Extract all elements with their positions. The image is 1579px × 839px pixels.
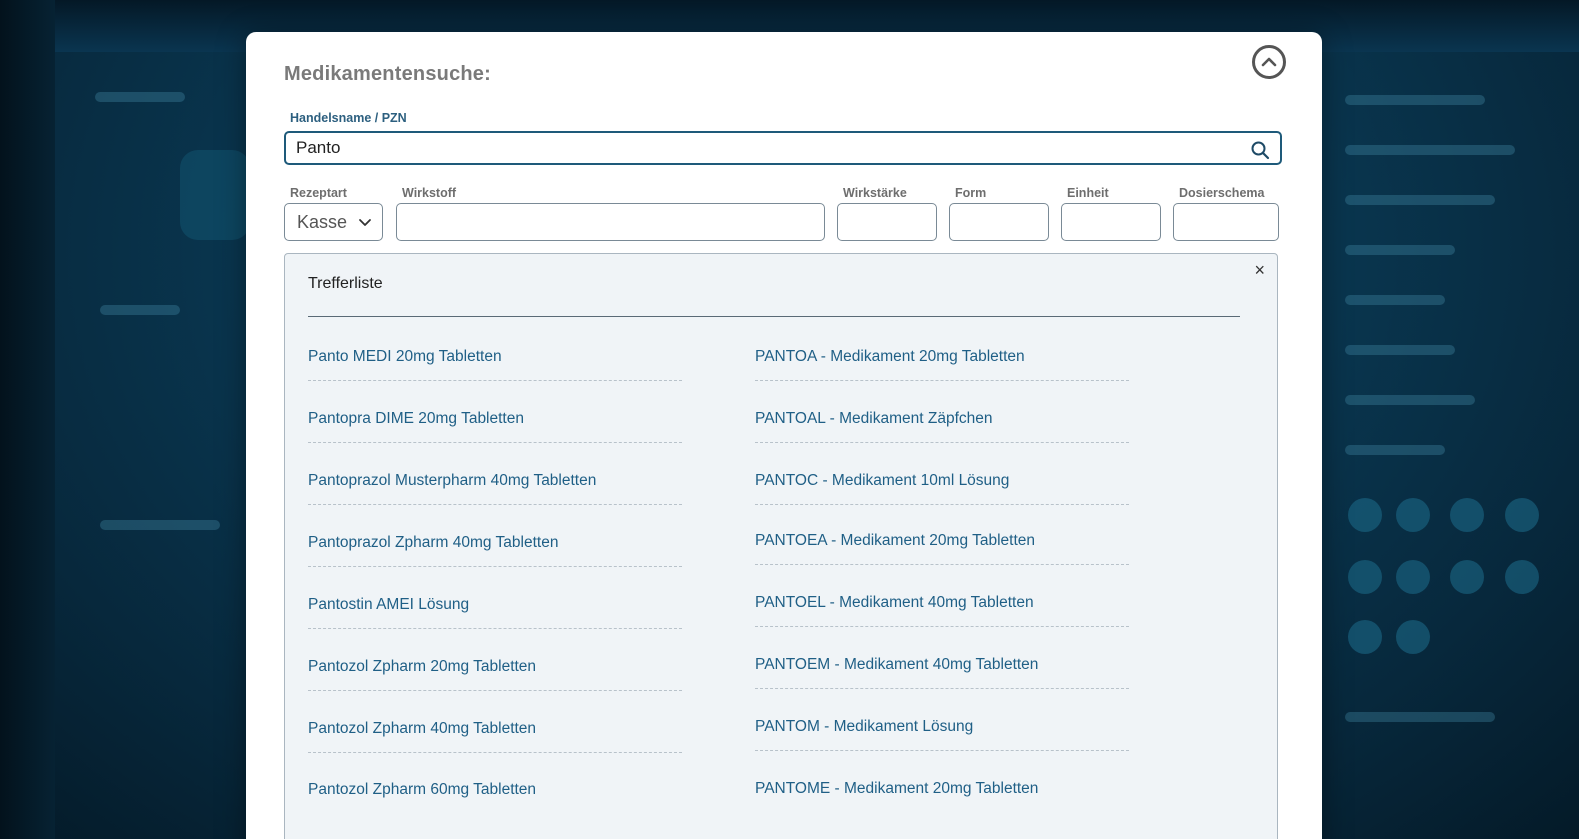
background-shape xyxy=(1505,498,1539,532)
background-shape xyxy=(180,150,250,240)
result-item[interactable]: PANTOM - Medikament Lösung xyxy=(755,718,1129,780)
chevron-down-icon xyxy=(359,219,371,226)
modal-title: Medikamentensuche: xyxy=(284,63,491,85)
background-shape xyxy=(1345,145,1515,155)
result-item-label: PANTOME - Medikament 20mg Tabletten xyxy=(755,780,1039,797)
rezeptart-select[interactable]: Kasse xyxy=(284,203,383,241)
einheit-input[interactable] xyxy=(1061,203,1161,241)
form-input[interactable] xyxy=(949,203,1049,241)
results-panel: Trefferliste × Panto MEDI 20mg Tabletten… xyxy=(284,253,1278,839)
result-item[interactable]: PANTOEA - Medikament 20mg Tabletten xyxy=(755,532,1129,594)
background-shape xyxy=(1345,95,1485,105)
rezeptart-label: Rezeptart xyxy=(290,186,347,200)
result-item[interactable]: PANTOA - Medikament 20mg Tabletten xyxy=(755,348,1129,410)
collapse-button[interactable] xyxy=(1252,45,1286,79)
background-shape xyxy=(1450,498,1484,532)
chevron-up-icon xyxy=(1261,57,1277,67)
background-shape xyxy=(1505,560,1539,594)
background-shape xyxy=(1345,395,1475,405)
result-item-label: PANTOAL - Medikament Zäpfchen xyxy=(755,410,993,427)
result-item[interactable]: Pantozol Zpharm 20mg Tabletten xyxy=(308,658,682,720)
result-item[interactable]: Pantoprazol Zpharm 40mg Tabletten xyxy=(308,534,682,596)
result-divider xyxy=(308,690,682,691)
background-shape xyxy=(1348,498,1382,532)
background-shape xyxy=(1450,560,1484,594)
result-item-label: Pantoprazol Zpharm 40mg Tabletten xyxy=(308,534,559,551)
background-sidebar xyxy=(0,0,55,839)
rezeptart-value: Kasse xyxy=(297,211,348,232)
result-item[interactable]: PANTOEL - Medikament 40mg Tabletten xyxy=(755,594,1129,656)
result-item-label: Pantozol Zpharm 20mg Tabletten xyxy=(308,658,537,675)
background-shape xyxy=(1345,295,1445,305)
result-item[interactable]: Panto MEDI 20mg Tabletten xyxy=(308,348,682,410)
medication-search-modal: Medikamentensuche: Handelsname / PZN Rez… xyxy=(246,32,1322,839)
result-divider xyxy=(755,504,1129,505)
background-shape xyxy=(1396,620,1430,654)
result-divider xyxy=(755,564,1129,565)
result-divider xyxy=(308,380,682,381)
result-item-label: PANTOA - Medikament 20mg Tabletten xyxy=(755,348,1025,365)
einheit-label: Einheit xyxy=(1067,186,1109,200)
background-shape xyxy=(1345,245,1455,255)
background-shape xyxy=(100,520,220,530)
result-item-label: Pantoprazol Musterpharm 40mg Tabletten xyxy=(308,472,597,489)
background-shape xyxy=(95,92,185,102)
result-item-label: PANTOC - Medikament 10ml Lösung xyxy=(755,472,1010,489)
result-item-label: PANTOEM - Medikament 40mg Tabletten xyxy=(755,656,1039,673)
form-label: Form xyxy=(955,186,987,200)
result-divider xyxy=(308,566,682,567)
background-shape xyxy=(1345,712,1495,722)
result-divider xyxy=(308,628,682,629)
dosierschema-input[interactable] xyxy=(1173,203,1279,241)
wirkstaerke-label: Wirkstärke xyxy=(843,186,907,200)
results-title: Trefferliste xyxy=(308,275,383,292)
result-divider xyxy=(755,750,1129,751)
result-item[interactable]: PANTOME - Medikament 20mg Tabletten xyxy=(755,780,1129,839)
background-shape xyxy=(1348,620,1382,654)
result-item-label: Pantozol Zpharm 60mg Tabletten xyxy=(308,781,537,798)
background-shape xyxy=(1345,195,1495,205)
result-item-label: Pantozol Zpharm 40mg Tabletten xyxy=(308,720,537,737)
search-input[interactable] xyxy=(286,137,1238,159)
background-shape xyxy=(1345,445,1445,455)
result-divider xyxy=(755,626,1129,627)
background-shape xyxy=(1396,498,1430,532)
background-shape xyxy=(1348,560,1382,594)
background-shape xyxy=(1345,345,1455,355)
results-divider xyxy=(308,316,1240,317)
result-item[interactable]: Pantopra DIME 20mg Tabletten xyxy=(308,410,682,472)
wirkstoff-input[interactable] xyxy=(396,203,825,241)
result-divider xyxy=(755,380,1129,381)
result-item-label: Pantostin AMEI Lösung xyxy=(308,596,470,613)
result-item-label: Panto MEDI 20mg Tabletten xyxy=(308,348,502,365)
search-field[interactable] xyxy=(284,131,1282,165)
result-item-label: PANTOM - Medikament Lösung xyxy=(755,718,974,735)
search-label: Handelsname / PZN xyxy=(290,111,407,125)
result-divider xyxy=(308,504,682,505)
result-item-label: PANTOEA - Medikament 20mg Tabletten xyxy=(755,532,1035,549)
dosierschema-label: Dosierschema xyxy=(1179,186,1265,200)
result-item[interactable]: PANTOEM - Medikament 40mg Tabletten xyxy=(755,656,1129,718)
result-item[interactable]: Pantostin AMEI Lösung xyxy=(308,596,682,658)
wirkstaerke-input[interactable] xyxy=(837,203,937,241)
result-item[interactable]: Pantozol Zpharm 40mg Tabletten xyxy=(308,720,682,782)
search-icon[interactable] xyxy=(1250,140,1270,160)
result-item-label: Pantopra DIME 20mg Tabletten xyxy=(308,410,524,427)
result-divider xyxy=(755,688,1129,689)
result-item[interactable]: Pantozol Zpharm 60mg Tabletten xyxy=(308,781,682,839)
result-divider xyxy=(308,752,682,753)
result-item[interactable]: PANTOC - Medikament 10ml Lösung xyxy=(755,472,1129,534)
result-item-label: PANTOEL - Medikament 40mg Tabletten xyxy=(755,594,1034,611)
result-divider xyxy=(308,442,682,443)
background-shape xyxy=(100,305,180,315)
result-item[interactable]: PANTOAL - Medikament Zäpfchen xyxy=(755,410,1129,472)
background-shape xyxy=(1396,560,1430,594)
result-item[interactable]: Pantoprazol Musterpharm 40mg Tabletten xyxy=(308,472,682,534)
wirkstoff-label: Wirkstoff xyxy=(402,186,457,200)
result-divider xyxy=(755,442,1129,443)
close-icon[interactable]: × xyxy=(1254,260,1265,281)
